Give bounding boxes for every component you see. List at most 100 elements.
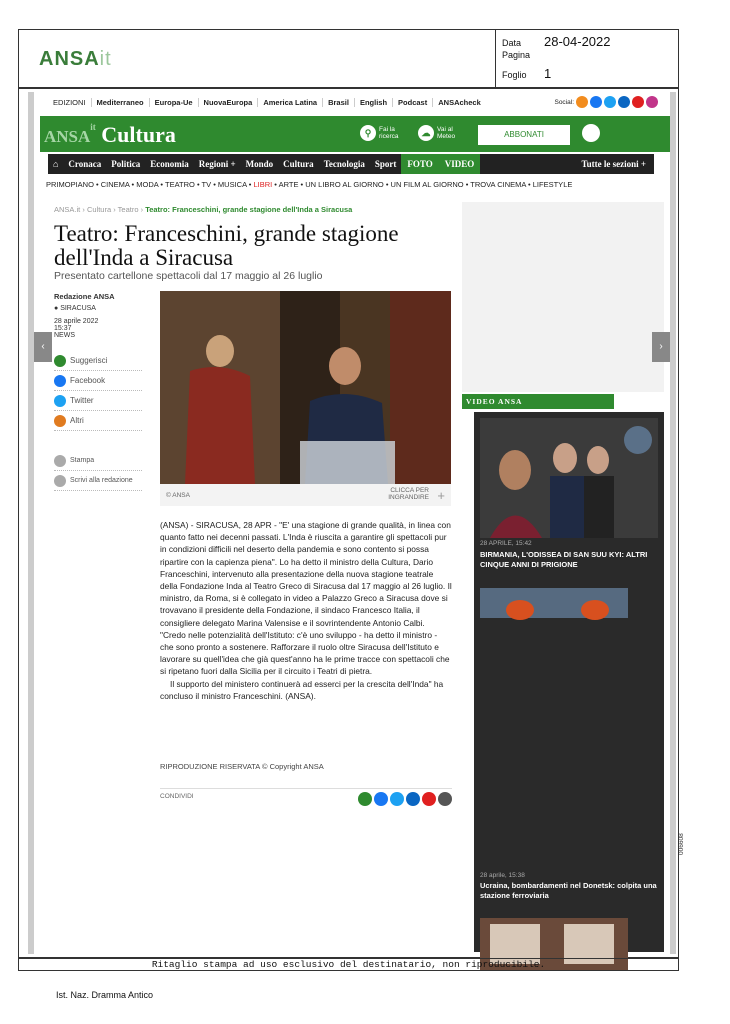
nav-video[interactable]: VIDEO <box>438 154 481 174</box>
date-value: 28-04-2022 <box>544 34 611 49</box>
article-title: Teatro: Franceschini, grande stagione de… <box>54 221 399 270</box>
more-share[interactable]: Altri <box>54 411 142 431</box>
document-code: 006608 <box>678 833 685 855</box>
nav-foto[interactable]: FOTO <box>401 154 439 174</box>
video-thumb-1[interactable] <box>480 418 658 538</box>
twitter-icon <box>54 394 66 407</box>
article-time: 15:37 <box>54 325 72 332</box>
section-header: ANSAit Cultura ⚲ Fai la ricerca ☁ Vai al M… <box>40 116 670 152</box>
print-button[interactable]: Stampa <box>54 451 142 471</box>
ansa-logo: ANSAit <box>39 48 112 70</box>
article-paragraph: Il supporto del ministero continuerà ad … <box>160 678 444 701</box>
facebook-share[interactable]: Facebook <box>54 371 142 391</box>
write-editor-button[interactable]: Scrivi alla redazione <box>54 471 142 491</box>
ad-placeholder <box>462 202 664 392</box>
webpage-capture: EDIZIONI Mediterraneo Europa-Ue NuovaEur… <box>28 92 676 970</box>
plus-icon[interactable]: + <box>437 488 445 503</box>
topnav-item[interactable]: Europa-Ue <box>150 98 199 107</box>
suggest-icon[interactable] <box>358 792 372 806</box>
flipboard-icon[interactable] <box>422 792 436 806</box>
mail-icon <box>54 474 66 487</box>
email-icon[interactable] <box>438 792 452 806</box>
video-date: 28 APRILE, 15:42 <box>480 540 532 547</box>
rss-icon[interactable] <box>576 96 588 108</box>
crumb-current: Teatro: Franceschini, grande stagione de… <box>145 205 353 214</box>
facebook-icon[interactable] <box>590 96 602 108</box>
page-label: Pagina <box>502 50 531 60</box>
next-arrow-icon[interactable]: › <box>652 332 670 362</box>
crumb-link[interactable]: Teatro <box>118 205 139 214</box>
home-icon[interactable]: ⌂ <box>48 159 63 169</box>
clipping-footer: Ritaglio stampa ad uso esclusivo del des… <box>18 958 679 971</box>
plus-icon <box>54 414 66 427</box>
share-label: CONDIVIDI <box>160 793 194 800</box>
topnav-item[interactable]: Mediterraneo <box>92 98 150 107</box>
thumbs-up-icon <box>54 354 66 367</box>
social-label: Social: <box>554 98 574 106</box>
section-brand[interactable]: ANSAit Cultura <box>44 122 176 148</box>
article-sidebar: Redazione ANSA ● SIRACUSA 28 aprile 2022… <box>54 292 142 491</box>
photo-credit: © ANSA <box>166 492 190 499</box>
photo-caption-bar: © ANSA CLICCA PER INGRANDIRE + <box>160 484 451 506</box>
topnav-podcast[interactable]: Podcast <box>393 98 434 107</box>
enlarge-link[interactable]: CLICCA PER INGRANDIRE <box>383 487 429 501</box>
copyright-notice: RIPRODUZIONE RISERVATA © Copyright ANSA <box>160 762 324 771</box>
nav-item[interactable]: Regioni + <box>194 159 241 169</box>
twitter-icon[interactable] <box>604 96 616 108</box>
sheet-value: 1 <box>544 66 552 81</box>
video-panel: 28 APRILE, 15:42 BIRMANIA, L'ODISSEA DI … <box>474 412 664 970</box>
subscribe-button[interactable]: ABBONATI <box>478 125 570 145</box>
topnav-item[interactable]: English <box>355 98 394 107</box>
location: ● SIRACUSA <box>54 305 96 312</box>
nav-item[interactable]: Politica <box>106 159 145 169</box>
sheet-label: Foglio <box>502 70 527 80</box>
twitter-share[interactable]: Twitter <box>54 391 142 411</box>
linkedin-icon[interactable] <box>406 792 420 806</box>
topnav-editions[interactable]: EDIZIONI <box>48 98 92 107</box>
photo-illustration <box>160 291 451 484</box>
instagram-icon[interactable] <box>646 96 658 108</box>
topnav-item[interactable]: America Latina <box>258 98 324 107</box>
nav-item[interactable]: Cronaca <box>63 159 106 169</box>
facebook-icon <box>54 374 66 387</box>
sub-nav[interactable]: PRIMOPIANO • CINEMA • MODA • TEATRO • TV… <box>46 180 572 189</box>
topnav-ansacheck[interactable]: ANSAcheck <box>433 98 486 107</box>
nav-item[interactable]: Cultura <box>278 159 319 169</box>
linkedin-icon[interactable] <box>618 96 630 108</box>
source-name: Ist. Naz. Dramma Antico <box>56 990 154 1000</box>
weather-icon: ☁ <box>418 125 434 141</box>
article-date: 28 aprile 2022 <box>54 318 99 325</box>
video-header: VIDEO ANSA <box>462 394 614 409</box>
video-title[interactable]: Ucraina, bombardamenti nel Donetsk: colp… <box>480 881 658 901</box>
facebook-icon[interactable] <box>374 792 388 806</box>
search-tool[interactable]: ⚲ Fai la ricerca <box>360 125 407 141</box>
video-thumb-2[interactable] <box>480 588 628 638</box>
youtube-icon[interactable] <box>632 96 644 108</box>
nav-item[interactable]: Sport <box>370 159 402 169</box>
top-nav: EDIZIONI Mediterraneo Europa-Ue NuovaEur… <box>48 98 486 107</box>
meteo-tool[interactable]: ☁ Vai al Meteo <box>418 125 465 141</box>
article-photo[interactable] <box>160 291 451 484</box>
breadcrumb: ANSA.it › Cultura › Teatro › Teatro: Fra… <box>54 205 353 214</box>
nav-item[interactable]: Mondo <box>241 159 279 169</box>
author: Redazione ANSA <box>54 292 115 301</box>
nav-item[interactable]: Economia <box>145 159 194 169</box>
nav-all-sections[interactable]: Tutte le sezioni + <box>576 159 654 169</box>
clipping-meta: Data 28-04-2022 Pagina Foglio 1 <box>495 30 679 87</box>
social-bar: Social: <box>554 96 658 108</box>
print-icon <box>54 454 66 467</box>
user-icon[interactable] <box>582 124 600 142</box>
section-nav: ⌂ Cronaca Politica Economia Regioni + Mo… <box>48 154 654 174</box>
twitter-icon[interactable] <box>390 792 404 806</box>
topnav-item[interactable]: Brasil <box>323 98 355 107</box>
nav-item[interactable]: Tecnologia <box>319 159 370 169</box>
video-title[interactable]: BIRMANIA, L'ODISSEA DI SAN SUU KYI: ALTR… <box>480 550 658 570</box>
crumb-link[interactable]: Cultura <box>87 205 111 214</box>
article-body: (ANSA) - SIRACUSA, 28 APR - "E' una stag… <box>160 519 452 702</box>
suggest-button[interactable]: Suggerisci <box>54 351 142 371</box>
topnav-item[interactable]: NuovaEuropa <box>199 98 259 107</box>
article-subtitle: Presentato cartellone spettacoli dal 17 … <box>54 270 323 282</box>
article-paragraph: (ANSA) - SIRACUSA, 28 APR - "E' una stag… <box>160 520 452 677</box>
prev-arrow-icon[interactable]: ‹ <box>34 332 52 362</box>
crumb-link[interactable]: ANSA.it <box>54 205 80 214</box>
